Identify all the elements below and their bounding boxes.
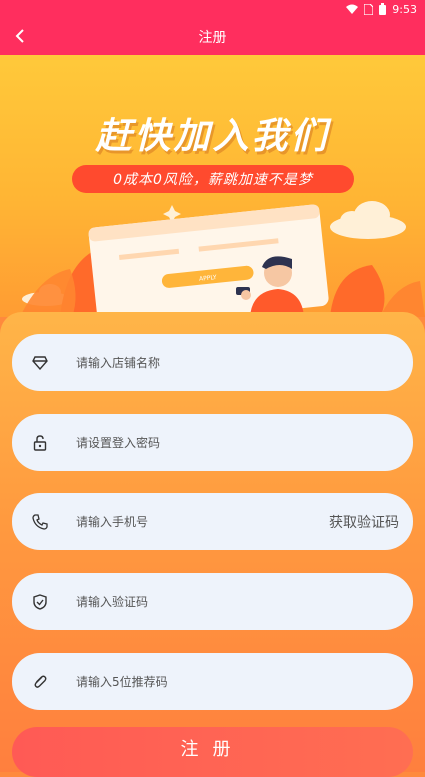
verification-code-placeholder: 请输入验证码 <box>76 595 149 609</box>
phone-icon <box>30 512 50 532</box>
sim-icon <box>364 3 374 15</box>
banner-headline: 赶快加入我们 <box>95 115 330 157</box>
back-button[interactable] <box>6 22 34 50</box>
phone-placeholder: 请输入手机号 <box>76 515 149 529</box>
battery-icon <box>379 3 387 15</box>
paperclip-icon <box>30 672 50 692</box>
lock-icon <box>30 433 50 453</box>
banner-subtitle: 0成本0风险，薪跳加速不是梦 <box>72 165 354 193</box>
page-title: 注册 <box>198 29 227 46</box>
shop-name-field[interactable]: 请输入店铺名称 <box>12 334 413 391</box>
app-header: 注册 <box>0 18 425 55</box>
chevron-left-icon <box>15 29 24 43</box>
verification-code-field[interactable]: 请输入验证码 <box>12 573 413 630</box>
status-bar: 9:53 <box>0 0 425 18</box>
password-field[interactable]: 请设置登入密码 <box>12 414 413 471</box>
referral-code-field[interactable]: 请输入5位推荐码 <box>12 653 413 710</box>
referral-code-placeholder: 请输入5位推荐码 <box>76 675 168 689</box>
diamond-icon <box>30 353 50 373</box>
register-button[interactable]: 注册 <box>12 727 413 777</box>
wifi-icon <box>346 4 359 14</box>
get-code-button[interactable]: 获取验证码 <box>329 493 399 550</box>
status-time: 9:53 <box>392 2 417 16</box>
password-placeholder: 请设置登入密码 <box>76 436 161 450</box>
shield-icon <box>30 592 50 612</box>
phone-field[interactable]: 请输入手机号 获取验证码 <box>12 493 413 550</box>
promo-banner: APPLY 赶快加入我们 0成本0风险，薪跳加速不是梦 <box>0 55 425 317</box>
shop-name-placeholder: 请输入店铺名称 <box>76 356 161 370</box>
